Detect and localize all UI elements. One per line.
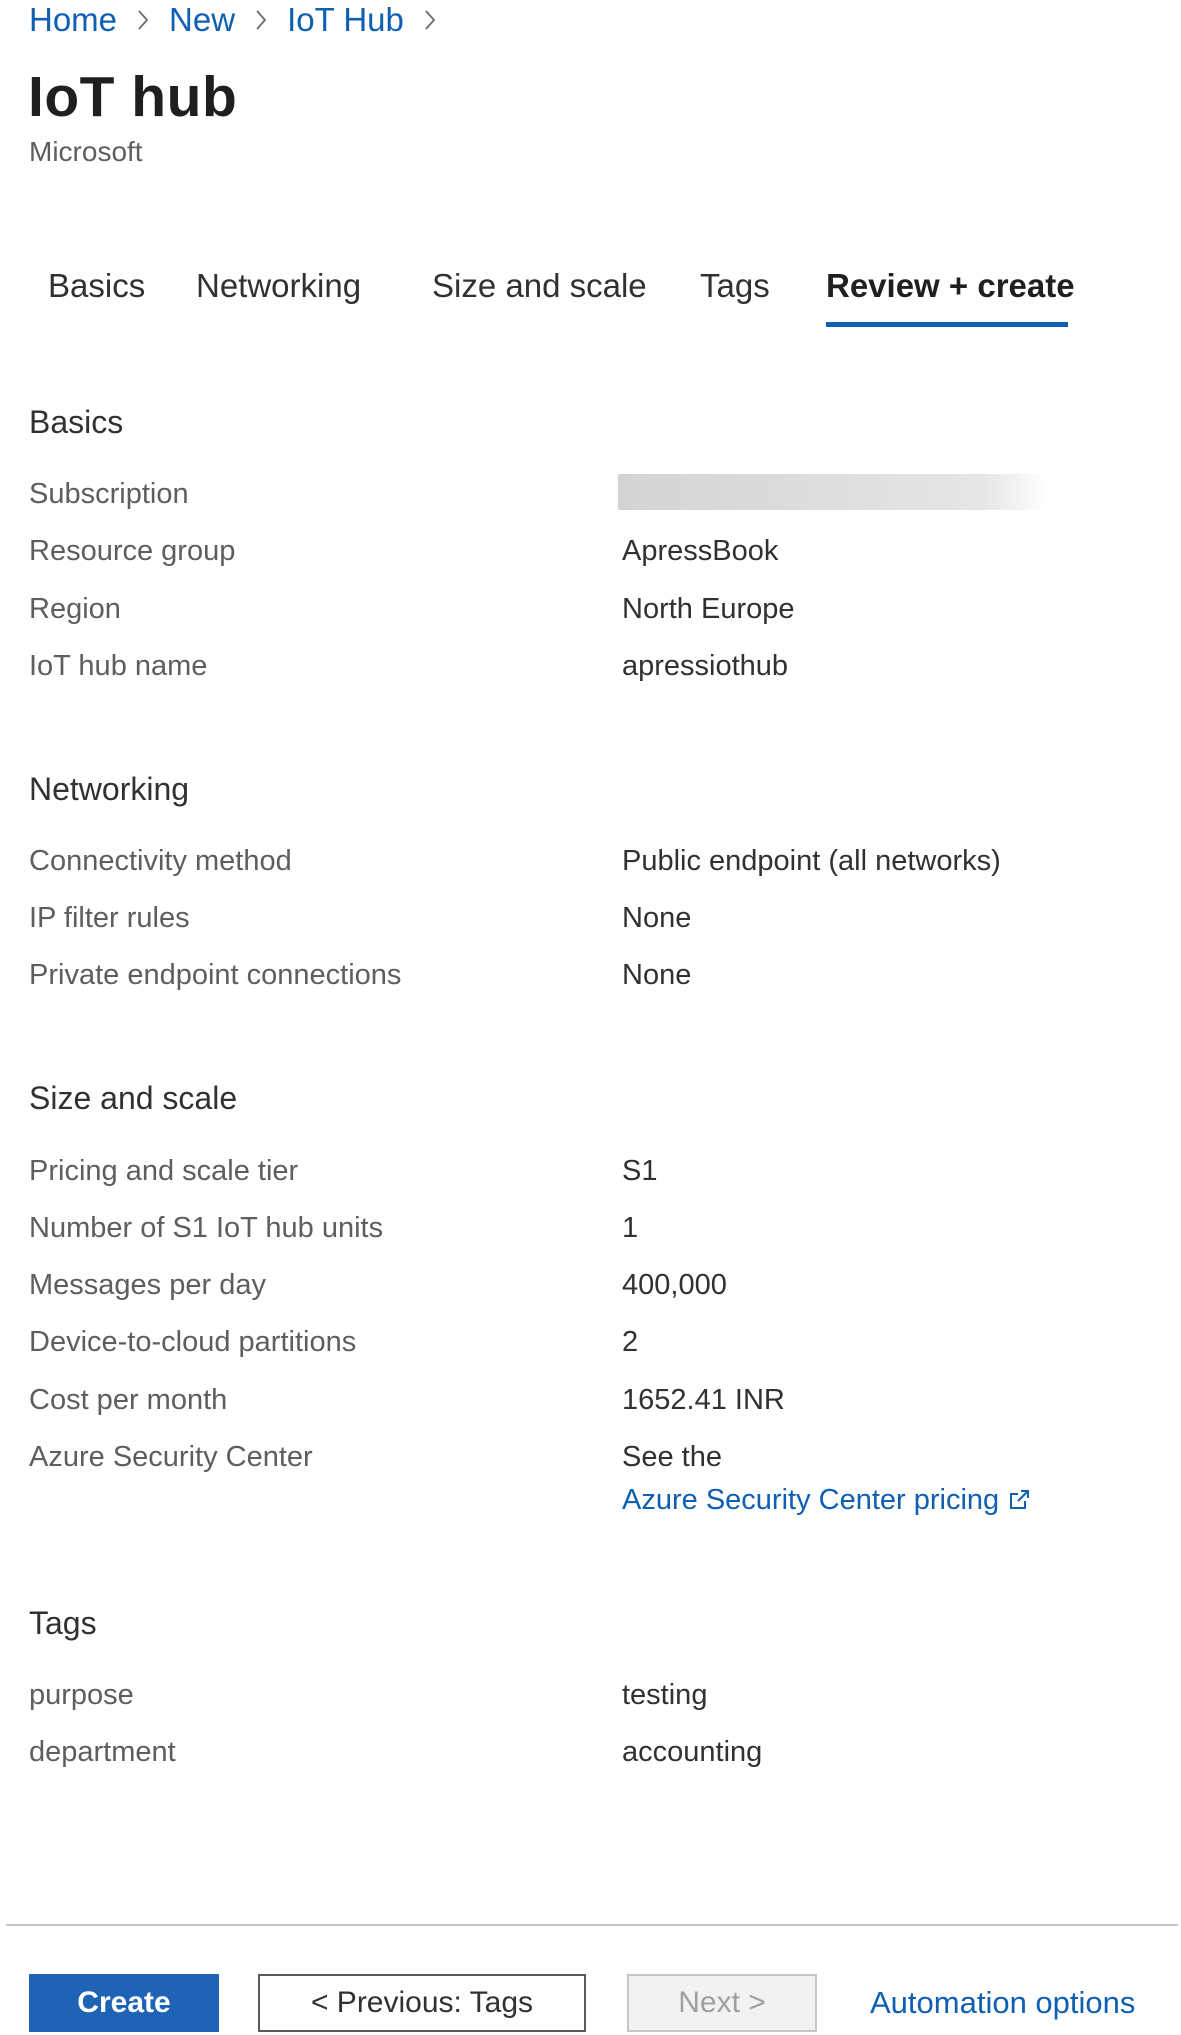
label-ip-filter-rules: IP filter rules	[29, 902, 190, 934]
label-d2c-partitions: Device-to-cloud partitions	[29, 1326, 357, 1358]
tab-tags[interactable]: Tags	[700, 262, 770, 310]
value-private-endpoint-connections: None	[622, 959, 692, 991]
label-subscription: Subscription	[29, 478, 189, 510]
create-button[interactable]: Create	[29, 1974, 219, 2032]
footer-divider	[6, 1924, 1178, 1926]
breadcrumb-iot-hub[interactable]: IoT Hub	[287, 1, 404, 39]
external-link-icon	[1007, 1488, 1031, 1512]
page-title: IoT hub	[28, 65, 238, 129]
value-cost-per-month: 1652.41 INR	[622, 1384, 785, 1416]
label-azure-security-center: Azure Security Center	[29, 1441, 313, 1473]
subscription-value-redacted	[618, 474, 1048, 510]
label-tag-department: department	[29, 1736, 176, 1768]
tab-review-create[interactable]: Review + create	[826, 262, 1075, 310]
value-hub-units: 1	[622, 1212, 639, 1244]
section-title-tags: Tags	[29, 1605, 97, 1641]
label-iot-hub-name: IoT hub name	[29, 650, 208, 682]
section-title-networking: Networking	[29, 771, 190, 807]
value-resource-group: ApressBook	[622, 535, 779, 567]
tab-networking[interactable]: Networking	[196, 262, 361, 310]
breadcrumb: Home New IoT Hub	[29, 0, 456, 40]
chevron-right-icon	[255, 9, 267, 31]
value-d2c-partitions: 2	[622, 1326, 639, 1358]
label-cost-per-month: Cost per month	[29, 1384, 228, 1416]
label-resource-group: Resource group	[29, 535, 236, 567]
value-messages-per-day: 400,000	[622, 1269, 727, 1301]
previous-tags-button[interactable]: < Previous: Tags	[258, 1974, 586, 2032]
next-button[interactable]: Next >	[627, 1974, 817, 2032]
label-messages-per-day: Messages per day	[29, 1269, 266, 1301]
breadcrumb-home[interactable]: Home	[29, 1, 117, 39]
chevron-right-icon	[424, 9, 436, 31]
wizard-tabs: Basics Networking Size and scale Tags Re…	[0, 262, 1181, 330]
publisher-label: Microsoft	[29, 136, 143, 167]
tab-size-and-scale[interactable]: Size and scale	[432, 262, 647, 310]
value-tag-department: accounting	[622, 1736, 763, 1768]
tab-basics[interactable]: Basics	[48, 262, 145, 310]
azure-security-center-pricing-link[interactable]: Azure Security Center pricing	[622, 1480, 1031, 1520]
value-pricing-tier: S1	[622, 1155, 658, 1187]
automation-options-link[interactable]: Automation options	[870, 1980, 1135, 2026]
label-connectivity-method: Connectivity method	[29, 845, 292, 877]
value-region: North Europe	[622, 593, 795, 625]
azure-security-center-pricing-label: Azure Security Center pricing	[622, 1484, 1000, 1516]
value-iot-hub-name: apressiothub	[622, 650, 789, 682]
value-ip-filter-rules: None	[622, 902, 692, 934]
value-azure-security-center: See the	[622, 1441, 722, 1473]
label-private-endpoint-connections: Private endpoint connections	[29, 959, 402, 991]
label-region: Region	[29, 593, 121, 625]
value-connectivity-method: Public endpoint (all networks)	[622, 845, 1001, 877]
label-hub-units: Number of S1 IoT hub units	[29, 1212, 384, 1244]
value-tag-purpose: testing	[622, 1679, 708, 1711]
breadcrumb-new[interactable]: New	[169, 1, 235, 39]
chevron-right-icon	[137, 9, 149, 31]
section-title-size-and-scale: Size and scale	[29, 1080, 238, 1116]
label-tag-purpose: purpose	[29, 1679, 134, 1711]
section-title-basics: Basics	[29, 404, 124, 440]
label-pricing-tier: Pricing and scale tier	[29, 1155, 299, 1187]
active-tab-indicator	[826, 322, 1068, 327]
